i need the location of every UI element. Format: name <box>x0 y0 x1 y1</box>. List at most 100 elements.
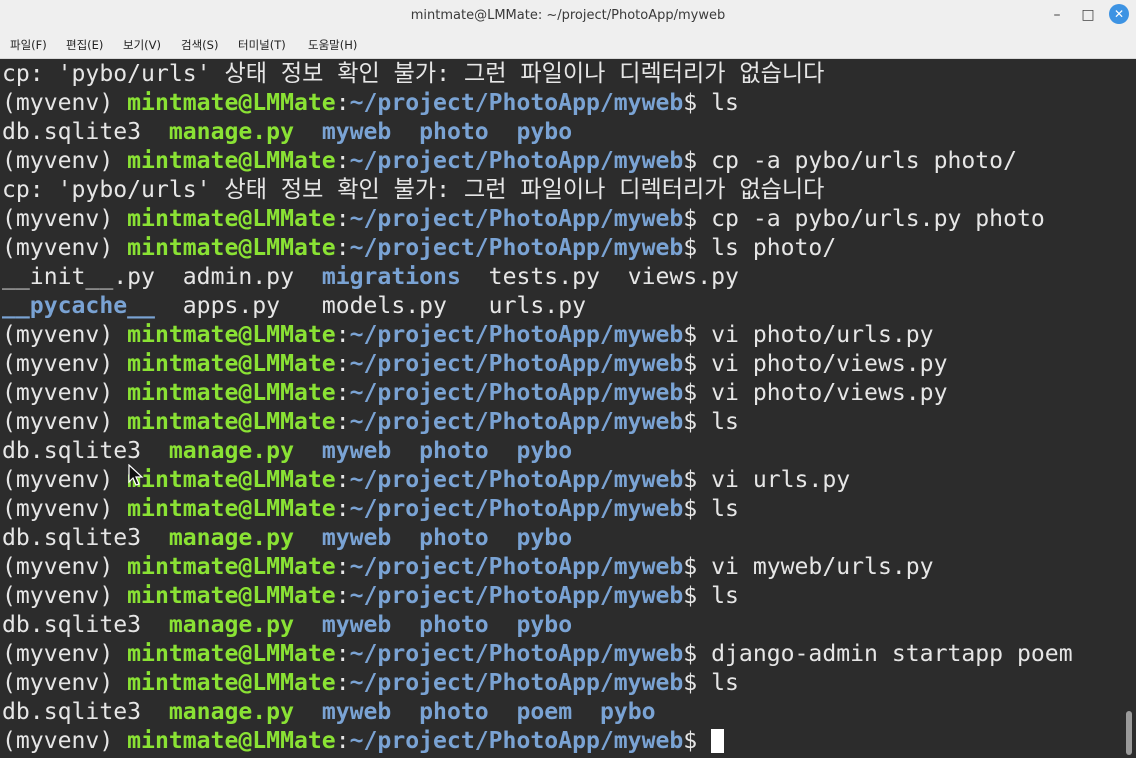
directory-entry: pybo <box>516 612 573 638</box>
ls-output-line: db.sqlite3 manage.py myweb photo pybo <box>2 611 572 640</box>
terminal-output[interactable]: cp: 'pybo/urls' 상태 정보 확인 불가: 그런 파일이나 디렉터… <box>0 59 1123 758</box>
prompt-venv: (myvenv) <box>2 554 128 580</box>
menu-view[interactable]: 보기(V) <box>123 37 161 53</box>
directory-entry: pybo <box>516 119 573 145</box>
directory-entry: photo <box>419 699 489 725</box>
command-text: vi photo/urls.py <box>697 322 934 348</box>
menu-file[interactable]: 파일(F) <box>10 37 47 53</box>
directory-entry: pybo <box>516 438 573 464</box>
file-entry: db.sqlite3 <box>2 438 142 464</box>
prompt-separator: : <box>335 409 350 435</box>
prompt-line: (myvenv) mintmate@LMMate:~/project/Photo… <box>2 495 739 524</box>
file-entry: urls.py <box>488 293 586 319</box>
prompt-dollar: $ <box>683 148 698 174</box>
ls-output-line: db.sqlite3 manage.py myweb photo pybo <box>2 437 572 466</box>
prompt-dollar: $ <box>683 322 698 348</box>
prompt-user: mintmate@LMMate <box>127 148 336 174</box>
prompt-dollar: $ <box>683 409 698 435</box>
scrollbar-thumb[interactable] <box>1126 711 1132 755</box>
output-text: cp: 'pybo/urls' 상태 정보 확인 불가: 그런 파일이나 디렉터… <box>2 61 825 87</box>
prompt-separator: : <box>335 235 350 261</box>
menu-terminal[interactable]: 터미널(T) <box>238 37 286 53</box>
prompt-line: (myvenv) mintmate@LMMate:~/project/Photo… <box>2 379 947 408</box>
menu-help[interactable]: 도움말(H) <box>308 37 357 53</box>
directory-entry: poem <box>516 699 573 725</box>
prompt-venv: (myvenv) <box>2 641 128 667</box>
prompt-dollar: $ <box>683 728 698 754</box>
prompt-dollar: $ <box>683 206 698 232</box>
ls-output-line: db.sqlite3 manage.py myweb photo pybo <box>2 118 572 147</box>
prompt-separator: : <box>335 728 350 754</box>
prompt-separator: : <box>335 554 350 580</box>
prompt-dollar: $ <box>683 90 698 116</box>
prompt-user: mintmate@LMMate <box>127 496 336 522</box>
command-text: vi myweb/urls.py <box>697 554 934 580</box>
output-line: cp: 'pybo/urls' 상태 정보 확인 불가: 그런 파일이나 디렉터… <box>2 176 824 205</box>
prompt-path: ~/project/PhotoApp/myweb <box>349 670 684 696</box>
prompt-user: mintmate@LMMate <box>127 206 336 232</box>
prompt-user: mintmate@LMMate <box>127 467 336 493</box>
prompt-path: ~/project/PhotoApp/myweb <box>349 235 684 261</box>
prompt-dollar: $ <box>683 583 698 609</box>
prompt-line: (myvenv) mintmate@LMMate:~/project/Photo… <box>2 205 1045 234</box>
directory-entry: photo <box>419 525 489 551</box>
menu-search[interactable]: 검색(S) <box>181 37 218 53</box>
executable-entry: manage.py <box>168 119 294 145</box>
prompt-dollar: $ <box>683 496 698 522</box>
executable-entry: manage.py <box>168 525 294 551</box>
minimize-button[interactable]: – <box>1044 3 1070 27</box>
prompt-separator: : <box>335 496 350 522</box>
command-text: cp -a pybo/urls photo/ <box>697 148 1017 174</box>
prompt-path: ~/project/PhotoApp/myweb <box>349 467 684 493</box>
directory-entry: myweb <box>321 612 392 638</box>
terminal-window: mintmate@LMMate: ~/project/PhotoApp/mywe… <box>0 0 1136 758</box>
prompt-separator: : <box>335 148 350 174</box>
prompt-dollar: $ <box>683 351 698 377</box>
prompt-separator: : <box>335 206 350 232</box>
prompt-user: mintmate@LMMate <box>127 322 336 348</box>
prompt-path: ~/project/PhotoApp/myweb <box>349 206 684 232</box>
file-entry: views.py <box>627 264 739 290</box>
file-entry: db.sqlite3 <box>2 525 142 551</box>
directory-entry: photo <box>419 438 489 464</box>
prompt-user: mintmate@LMMate <box>127 409 336 435</box>
prompt-path: ~/project/PhotoApp/myweb <box>349 641 684 667</box>
prompt-line: (myvenv) mintmate@LMMate:~/project/Photo… <box>2 553 934 582</box>
prompt-line: (myvenv) mintmate@LMMate:~/project/Photo… <box>2 727 725 756</box>
prompt-separator: : <box>335 351 350 377</box>
prompt-dollar: $ <box>683 670 698 696</box>
output-text: cp: 'pybo/urls' 상태 정보 확인 불가: 그런 파일이나 디렉터… <box>2 177 825 203</box>
prompt-venv: (myvenv) <box>2 583 128 609</box>
file-entry: db.sqlite3 <box>2 612 142 638</box>
directory-entry: myweb <box>321 525 392 551</box>
prompt-venv: (myvenv) <box>2 322 128 348</box>
prompt-user: mintmate@LMMate <box>127 90 336 116</box>
prompt-line: (myvenv) mintmate@LMMate:~/project/Photo… <box>2 147 1017 176</box>
maximize-button[interactable]: □ <box>1075 3 1101 27</box>
file-entry: admin.py <box>182 264 294 290</box>
file-entry: db.sqlite3 <box>2 119 142 145</box>
file-entry: apps.py <box>182 293 281 319</box>
file-entry: __init__.py <box>2 264 155 290</box>
directory-entry: pybo <box>599 699 656 725</box>
prompt-venv: (myvenv) <box>2 670 128 696</box>
command-text: ls <box>697 496 739 522</box>
prompt-separator: : <box>335 322 350 348</box>
prompt-dollar: $ <box>683 554 698 580</box>
prompt-dollar: $ <box>683 467 698 493</box>
close-button[interactable]: ✕ <box>1109 4 1129 24</box>
executable-entry: manage.py <box>168 699 294 725</box>
mouse-pointer-icon <box>128 464 144 486</box>
title-bar[interactable]: mintmate@LMMate: ~/project/PhotoApp/mywe… <box>0 0 1136 31</box>
directory-entry: migrations <box>321 264 461 290</box>
prompt-path: ~/project/PhotoApp/myweb <box>349 728 684 754</box>
prompt-dollar: $ <box>683 380 698 406</box>
menu-edit[interactable]: 편집(E) <box>66 37 103 53</box>
output-line: cp: 'pybo/urls' 상태 정보 확인 불가: 그런 파일이나 디렉터… <box>2 60 824 89</box>
prompt-user: mintmate@LMMate <box>127 641 336 667</box>
command-text: vi photo/views.py <box>697 380 948 406</box>
command-text: ls <box>697 670 739 696</box>
directory-entry: pybo <box>516 525 573 551</box>
vertical-scrollbar[interactable] <box>1123 59 1136 758</box>
prompt-path: ~/project/PhotoApp/myweb <box>349 322 684 348</box>
